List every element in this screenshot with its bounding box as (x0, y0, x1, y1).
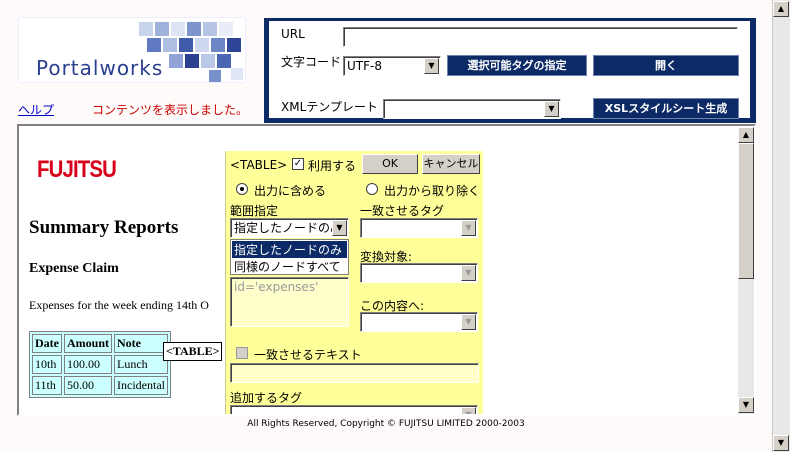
table-header-cell: Amount (64, 334, 113, 353)
tag-editor-panel: <TABLE> ✓ 利用する OK キャンセル 出力に含める 出力から取り除く … (225, 151, 483, 414)
panel-tag-label: <TABLE> (230, 158, 288, 172)
charset-select[interactable]: UTF-8 ▼ (343, 56, 441, 76)
chevron-down-icon[interactable]: ▼ (461, 314, 476, 330)
chevron-down-icon[interactable]: ▼ (424, 58, 439, 74)
table-cell: 11th (32, 376, 62, 395)
generate-xsl-button[interactable]: XSLスタイルシート生成 (593, 98, 739, 119)
match-tag-label: 一致させるタグ (360, 204, 445, 218)
ok-button[interactable]: OK (362, 154, 418, 174)
add-tag-select[interactable]: ▼ (230, 405, 478, 414)
match-text-label: 一致させるテキスト (254, 348, 362, 362)
open-button[interactable]: 開く (593, 55, 739, 76)
range-option[interactable]: 指定したノードのみ (232, 241, 347, 258)
frame-scroll-thumb[interactable] (738, 143, 754, 279)
content-frame: FUJITSU Summary Reports Expense Claim Ex… (17, 124, 756, 416)
range-dropdown-list[interactable]: 指定したノードのみ 同様のノードすべて (230, 239, 349, 275)
include-radio[interactable] (236, 183, 248, 195)
table-header-row: Date Amount Note (32, 334, 168, 353)
match-tag-select[interactable]: ▼ (360, 218, 478, 238)
table-cell: Lunch (114, 355, 168, 374)
chevron-down-icon[interactable]: ▼ (332, 220, 347, 236)
range-option[interactable]: 同様のノードすべて (232, 258, 347, 275)
help-link[interactable]: ヘルプ (18, 101, 54, 118)
table-row: 10th 100.00 Lunch (32, 355, 168, 374)
use-checkbox-label: 利用する (308, 159, 357, 173)
window-scroll-up-icon[interactable]: ▲ (773, 1, 789, 17)
match-text-checkbox[interactable] (236, 347, 248, 359)
table-tag-marker[interactable]: <TABLE> (163, 342, 223, 361)
frame-scroll-down-icon[interactable]: ▼ (738, 397, 754, 413)
fujitsu-logo: FUJITSU (37, 156, 117, 183)
page-title: Summary Reports (29, 217, 179, 238)
window-scrollbar[interactable]: ▲ ▼ (772, 0, 790, 452)
frame-scroll-up-icon[interactable]: ▲ (738, 127, 754, 143)
control-panel-inner: URL 文字コード UTF-8 ▼ 選択可能タグの指定 開く XMLテンプレート… (269, 21, 750, 119)
range-label: 範囲指定 (230, 204, 279, 218)
add-tag-label: 追加するタグ (230, 391, 303, 405)
select-tags-button[interactable]: 選択可能タグの指定 (447, 55, 587, 76)
window-scroll-down-icon[interactable]: ▼ (773, 435, 789, 451)
control-panel: URL 文字コード UTF-8 ▼ 選択可能タグの指定 開く XMLテンプレート… (264, 18, 756, 123)
chevron-down-icon[interactable]: ▼ (544, 101, 559, 117)
url-label: URL (281, 27, 305, 41)
page-subtitle: Expense Claim (29, 261, 119, 276)
attribute-textarea[interactable]: id='expenses' (230, 277, 349, 327)
match-text-input[interactable] (230, 363, 479, 383)
range-select[interactable]: 指定したノードのみ ▼ (230, 218, 349, 238)
expense-table[interactable]: Date Amount Note 10th 100.00 Lunch 11th … (29, 331, 171, 398)
charset-value: UTF-8 (347, 59, 382, 73)
to-content-select[interactable]: ▼ (360, 312, 478, 332)
include-radio-label: 出力に含める (254, 184, 327, 198)
range-select-value: 指定したノードのみ (234, 221, 343, 235)
exclude-radio-label: 出力から取り除く (384, 184, 481, 198)
chevron-down-icon[interactable]: ▼ (461, 220, 476, 236)
status-message: コンテンツを表示しました。 (92, 103, 249, 117)
chevron-down-icon[interactable]: ▼ (461, 407, 476, 414)
table-cell: 50.00 (64, 376, 113, 395)
frame-scrollbar[interactable]: ▲ ▼ (738, 127, 754, 414)
xml-template-select[interactable]: ▼ (383, 99, 561, 119)
table-header-cell: Note (114, 334, 168, 353)
use-checkbox[interactable]: ✓ (292, 158, 304, 170)
cancel-button[interactable]: キャンセル (422, 154, 480, 174)
exclude-radio[interactable] (366, 183, 378, 195)
charset-label: 文字コード (281, 55, 342, 69)
footer-copyright: All Rights Reserved, Copyright © FUJITSU… (247, 419, 525, 429)
table-cell: 100.00 (64, 355, 113, 374)
xml-template-label: XMLテンプレート (281, 100, 378, 114)
transform-select[interactable]: ▼ (360, 263, 478, 283)
paragraph-text: Expenses for the week ending 14th O (29, 298, 209, 312)
table-header-cell: Date (32, 334, 62, 353)
portalworks-logo: Portalworks (18, 17, 246, 83)
logo-text: Portalworks (36, 56, 164, 80)
table-cell: Incidental (114, 376, 168, 395)
url-input[interactable] (343, 27, 738, 47)
table-cell: 10th (32, 355, 62, 374)
table-row: 11th 50.00 Incidental (32, 376, 168, 395)
chevron-down-icon[interactable]: ▼ (461, 265, 476, 281)
